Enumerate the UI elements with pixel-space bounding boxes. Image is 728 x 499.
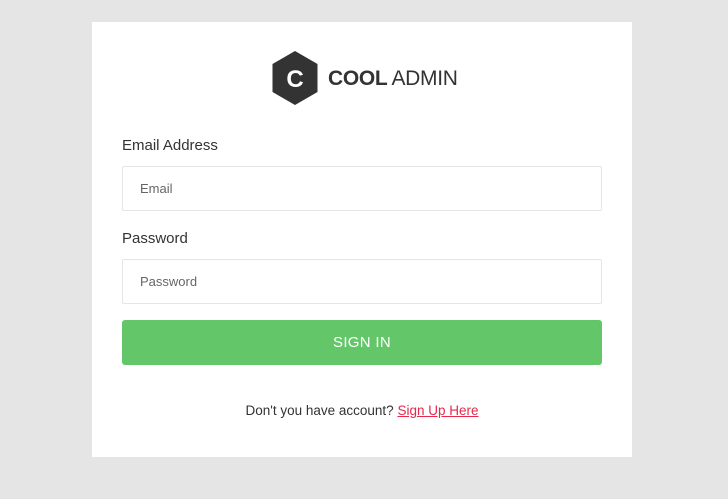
signup-prompt: Don't you have account? Sign Up Here [92, 403, 632, 418]
logo[interactable]: C COOL ADMIN [272, 51, 458, 105]
hexagon-logo-icon: C [272, 51, 318, 105]
login-card: C COOLADMIN Email Address Password SIGN … [92, 22, 632, 457]
logo-icon-letter: C [286, 66, 303, 93]
logo-text: COOL ADMIN [328, 68, 458, 89]
logo-name-bold: COOL [328, 66, 388, 90]
password-field[interactable] [122, 259, 602, 304]
password-label: Password [122, 230, 188, 247]
sign-in-button[interactable]: SIGN IN [122, 320, 602, 365]
logo-name-light: ADMIN [391, 66, 458, 90]
signup-prompt-text: Don't you have account? [245, 403, 394, 418]
sign-up-link[interactable]: Sign Up Here [397, 403, 478, 418]
email-label: Email Address [122, 137, 218, 154]
email-field[interactable] [122, 166, 602, 211]
